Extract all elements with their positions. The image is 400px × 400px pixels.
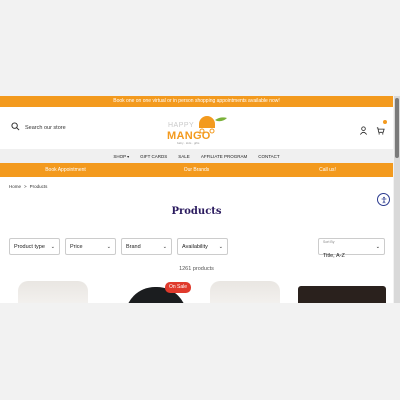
product-count: 1261 products <box>179 266 214 272</box>
breadcrumb-separator: > <box>24 184 27 189</box>
sort-value: Title, A-Z <box>323 253 345 259</box>
on-sale-badge: On Sale <box>165 282 192 293</box>
main-nav: SHOP▾ GIFT CARDS SALE AFFILIATE PROGRAM … <box>0 149 393 163</box>
breadcrumb-home[interactable]: Home <box>9 184 21 189</box>
sort-label: Sort By <box>323 240 335 244</box>
filter-label: Price <box>70 243 83 250</box>
search-placeholder[interactable]: Search our store <box>25 125 66 131</box>
chevron-down-icon: ⌄ <box>106 243 111 250</box>
our-brands-link[interactable]: Our Brands <box>131 167 262 173</box>
nav-item-gift-cards[interactable]: GIFT CARDS <box>140 154 167 159</box>
product-card-image[interactable] <box>298 286 386 303</box>
promo-bar: Book Appointment Our Brands Call us! <box>0 163 393 177</box>
chevron-down-icon: ⌄ <box>375 244 380 250</box>
filter-label: Brand <box>126 243 141 250</box>
cart-count-dot <box>383 120 387 124</box>
chevron-down-icon: ⌄ <box>50 243 55 250</box>
product-card-image[interactable] <box>210 281 280 303</box>
breadcrumb: Home > Products <box>9 183 393 190</box>
page: Book one on one virtual or in person sho… <box>0 96 393 303</box>
scrollbar-thumb[interactable] <box>395 98 399 158</box>
happy-mango-logo[interactable]: HAPPY MANGO baby . kids . gifts <box>163 114 233 146</box>
header-icons <box>359 120 387 140</box>
accessibility-icon[interactable] <box>377 193 390 206</box>
product-grid <box>0 281 393 303</box>
product-card-image[interactable] <box>18 281 88 303</box>
filter-brand[interactable]: Brand ⌄ <box>121 238 172 255</box>
filter-bar: Product type ⌄ Price ⌄ Brand ⌄ Availability… <box>9 238 228 255</box>
page-scrollbar[interactable] <box>394 96 400 303</box>
logo-tagline: baby . kids . gifts <box>177 141 200 145</box>
filter-product-type[interactable]: Product type ⌄ <box>9 238 60 255</box>
filter-label: Product type <box>14 243 45 250</box>
sort-select[interactable]: Sort By Title, A-Z ⌄ <box>318 238 385 259</box>
call-us-link[interactable]: Call us! <box>262 167 393 173</box>
logo-word-happy: HAPPY <box>168 122 195 129</box>
chevron-down-icon: ▾ <box>127 153 130 159</box>
filter-label: Availability <box>182 243 208 250</box>
chevron-down-icon: ⌄ <box>218 243 223 250</box>
announcement-bar[interactable]: Book one on one virtual or in person sho… <box>0 96 393 107</box>
nav-item-shop[interactable]: SHOP▾ <box>113 154 129 159</box>
cart-icon[interactable] <box>376 120 387 140</box>
filter-availability[interactable]: Availability ⌄ <box>177 238 228 255</box>
filter-price[interactable]: Price ⌄ <box>65 238 116 255</box>
nav-item-contact[interactable]: CONTACT <box>258 154 279 159</box>
book-appointment-link[interactable]: Book Appointment <box>0 167 131 173</box>
nav-item-affiliate-program[interactable]: AFFILIATE PROGRAM <box>201 154 247 159</box>
nav-item-label: SHOP <box>113 153 127 159</box>
search-icon[interactable] <box>11 122 20 133</box>
page-title: Products <box>171 206 222 217</box>
chevron-down-icon: ⌄ <box>162 243 167 250</box>
breadcrumb-current: Products <box>29 184 48 189</box>
account-icon[interactable] <box>359 122 368 140</box>
site-header: Search our store HAPPY MANGO baby . kids… <box>0 107 393 149</box>
nav-item-sale[interactable]: SALE <box>178 154 190 159</box>
search-box[interactable]: Search our store <box>11 122 66 133</box>
